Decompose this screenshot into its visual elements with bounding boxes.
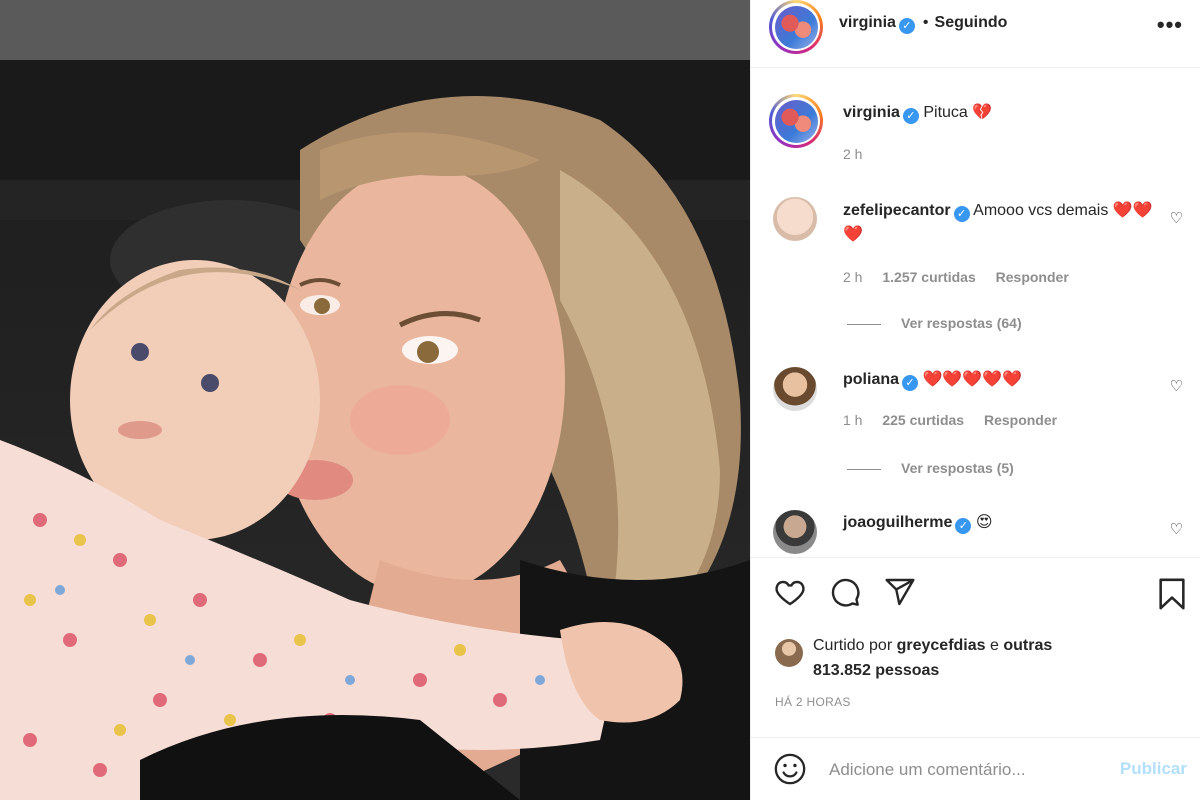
comment-text-row: poliana ✓ ❤️❤️❤️❤️❤️ xyxy=(843,368,1157,392)
caption-time: 2 h xyxy=(843,146,863,162)
photo-window-light xyxy=(0,0,750,60)
commenter-avatar[interactable] xyxy=(773,510,817,554)
separator-dot: • xyxy=(922,14,929,31)
header-user-row: virginia ✓ • Seguindo xyxy=(839,14,1007,34)
post-timestamp[interactable]: HÁ 2 HORAS xyxy=(775,695,851,709)
comment-like-icon[interactable]: ♡ xyxy=(1170,209,1183,227)
like-heart-icon[interactable] xyxy=(773,576,807,608)
comment-like-icon[interactable]: ♡ xyxy=(1170,520,1183,538)
view-replies-label: Ver respostas (64) xyxy=(901,315,1022,331)
comment-bubble-icon[interactable] xyxy=(828,576,862,608)
save-bookmark-icon[interactable] xyxy=(1155,576,1189,612)
post-header: virginia ✓ • Seguindo ••• xyxy=(751,0,1200,68)
comment-username[interactable]: joaoguilherme xyxy=(843,514,952,531)
photo-illustration xyxy=(0,0,750,800)
view-replies-label: Ver respostas (5) xyxy=(901,460,1014,476)
liker-username[interactable]: greycefdias xyxy=(897,637,986,654)
comment-meta: 1 h 225 curtidas Responder xyxy=(843,412,1073,428)
comments-list[interactable]: virginia ✓ Pituca 💔 2 h zefelipecantor ✓ A… xyxy=(751,69,1200,557)
commenter-avatar[interactable] xyxy=(773,197,817,241)
author-avatar[interactable] xyxy=(769,0,823,54)
share-send-icon[interactable] xyxy=(883,576,917,608)
caption-username[interactable]: virginia xyxy=(843,104,900,121)
comment-time: 2 h xyxy=(843,269,863,285)
comment-meta: 2 h 1.257 curtidas Responder xyxy=(843,269,1085,285)
caption-text: Pituca 💔 xyxy=(923,104,993,121)
comment-item: poliana ✓ ❤️❤️❤️❤️❤️ ♡ 1 h 225 curtidas R… xyxy=(751,365,1200,495)
verified-icon: ✓ xyxy=(955,518,972,534)
following-button[interactable]: Seguindo xyxy=(935,14,1008,31)
replies-divider xyxy=(847,323,881,325)
commenter-avatar[interactable] xyxy=(773,367,817,411)
post-actions: Curtido por greycefdias e outras 813.852… xyxy=(751,557,1200,737)
likes-prefix: Curtido por xyxy=(813,637,893,654)
caption-meta: 2 h xyxy=(843,146,878,162)
more-options-icon[interactable]: ••• xyxy=(1157,12,1183,38)
comment-username[interactable]: poliana xyxy=(843,371,899,388)
author-avatar-image xyxy=(774,5,818,49)
emoji-smile-icon[interactable] xyxy=(773,752,807,786)
publish-button[interactable]: Publicar xyxy=(1120,759,1187,779)
comment-time: 1 h xyxy=(843,412,863,428)
post-sidebar: virginia ✓ • Seguindo ••• virginia ✓ Pituca … xyxy=(750,0,1200,800)
comment-composer: Publicar xyxy=(751,737,1200,800)
comment-likes[interactable]: 1.257 curtidas xyxy=(882,269,975,285)
caption-avatar[interactable] xyxy=(769,94,823,148)
verified-icon: ✓ xyxy=(902,108,919,124)
author-username[interactable]: virginia xyxy=(839,14,896,31)
comment-item: zefelipecantor ✓ Amooo vcs demais ❤️❤️❤️ … xyxy=(751,195,1200,345)
verified-icon: ✓ xyxy=(898,18,915,34)
post-photo[interactable] xyxy=(0,0,750,800)
view-replies-button[interactable]: Ver respostas (5) xyxy=(847,460,1014,476)
replies-divider xyxy=(847,468,881,470)
comment-input[interactable] xyxy=(829,756,1079,784)
verified-icon: ✓ xyxy=(953,206,970,222)
comment-text: 😍 xyxy=(975,514,993,531)
verified-icon: ✓ xyxy=(902,375,919,391)
comment-text-row: zefelipecantor ✓ Amooo vcs demais ❤️❤️❤️ xyxy=(843,199,1157,247)
comment-item: joaoguilherme ✓ 😍 ♡ xyxy=(751,508,1200,557)
caption-avatar-image xyxy=(774,99,818,143)
likes-text[interactable]: Curtido por greycefdias e outras 813.852… xyxy=(813,633,1073,683)
reply-button[interactable]: Responder xyxy=(996,269,1069,285)
comment-text: ❤️❤️❤️❤️❤️ xyxy=(922,371,1023,388)
liker-avatar[interactable] xyxy=(775,639,803,667)
reply-button[interactable]: Responder xyxy=(984,412,1057,428)
comment-likes[interactable]: 225 curtidas xyxy=(882,412,964,428)
comment-like-icon[interactable]: ♡ xyxy=(1170,377,1183,395)
comment-text-row: joaoguilherme ✓ 😍 xyxy=(843,511,1157,535)
caption: virginia ✓ Pituca 💔 2 h xyxy=(751,94,1200,174)
likes-suffix: e xyxy=(990,637,999,654)
caption-text-row: virginia ✓ Pituca 💔 xyxy=(843,101,1157,125)
view-replies-button[interactable]: Ver respostas (64) xyxy=(847,315,1022,331)
comment-username[interactable]: zefelipecantor xyxy=(843,202,951,219)
